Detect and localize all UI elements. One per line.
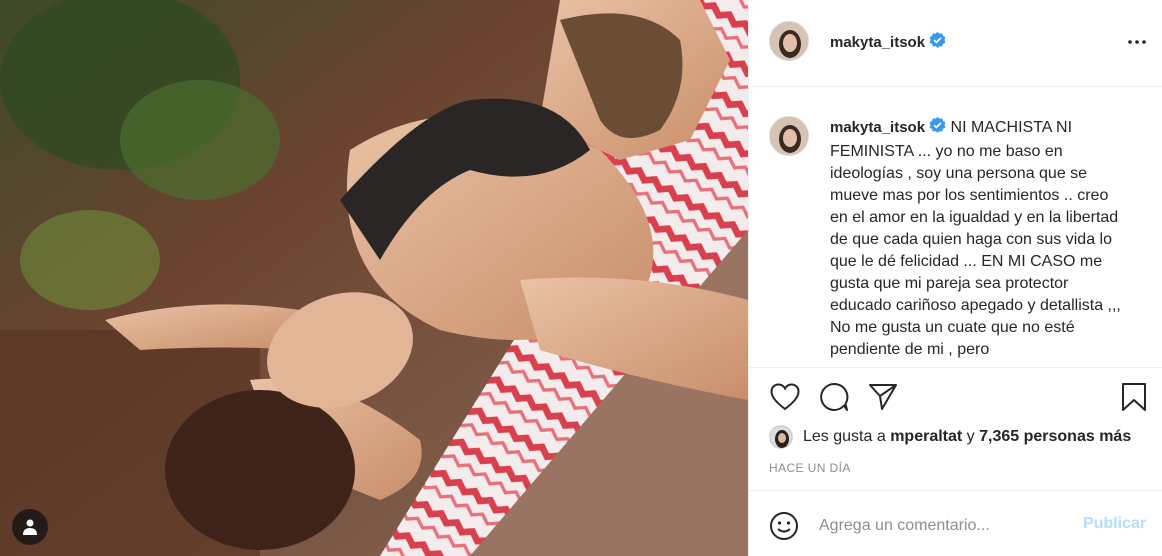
likes-connector: y (966, 428, 975, 445)
paper-plane-icon (869, 384, 897, 410)
liker-username[interactable]: mperaltat (890, 428, 962, 446)
likes-summary: Les gusta a mperaltat y 7,365 personas m… (769, 423, 1131, 451)
like-button[interactable] (768, 380, 802, 414)
post-header: makyta_itsok (749, 0, 1162, 87)
more-options-button[interactable] (1123, 32, 1151, 52)
post-side-panel: makyta_itsok makyta_itsok NI MACHISTA NI… (748, 0, 1162, 556)
comment-icon (820, 382, 849, 411)
caption-avatar-image (770, 117, 808, 155)
comment-input[interactable] (819, 513, 1059, 539)
verified-badge-icon (929, 117, 946, 141)
post-photo (0, 0, 748, 556)
caption-username[interactable]: makyta_itsok (830, 119, 925, 136)
person-icon (23, 519, 37, 535)
share-button[interactable] (866, 380, 900, 414)
save-button[interactable] (1117, 380, 1151, 414)
likes-prefix: Les gusta a (803, 428, 886, 445)
action-bar (749, 367, 1162, 423)
caption-avatar[interactable] (769, 116, 809, 156)
caption-text: NI MACHISTA NI FEMINISTA ... yo no me ba… (830, 119, 1121, 358)
likes-count[interactable]: 7,365 personas más (979, 428, 1131, 446)
tag-people-button[interactable] (12, 509, 48, 545)
liker-avatar[interactable] (769, 425, 793, 449)
comment-button[interactable] (817, 380, 851, 414)
liker-avatar-image (770, 426, 792, 448)
avatar[interactable] (769, 21, 809, 61)
avatar-image (770, 22, 808, 60)
header-username-text[interactable]: makyta_itsok (830, 34, 925, 51)
more-horizontal-icon (1128, 40, 1146, 44)
post-caption: makyta_itsok NI MACHISTA NI FEMINISTA ..… (830, 117, 1130, 361)
caption-section: makyta_itsok NI MACHISTA NI FEMINISTA ..… (749, 87, 1162, 367)
bookmark-icon (1122, 383, 1146, 411)
emoji-button[interactable] (768, 510, 800, 542)
verified-badge-icon (929, 32, 946, 53)
post-timestamp[interactable]: HACE UN DÍA (769, 461, 851, 475)
publish-button[interactable]: Publicar (1083, 515, 1146, 533)
smiley-icon (770, 512, 798, 540)
comment-bar: Publicar (749, 490, 1162, 556)
header-username[interactable]: makyta_itsok (830, 32, 946, 53)
heart-icon (770, 383, 800, 411)
post-image[interactable] (0, 0, 748, 556)
